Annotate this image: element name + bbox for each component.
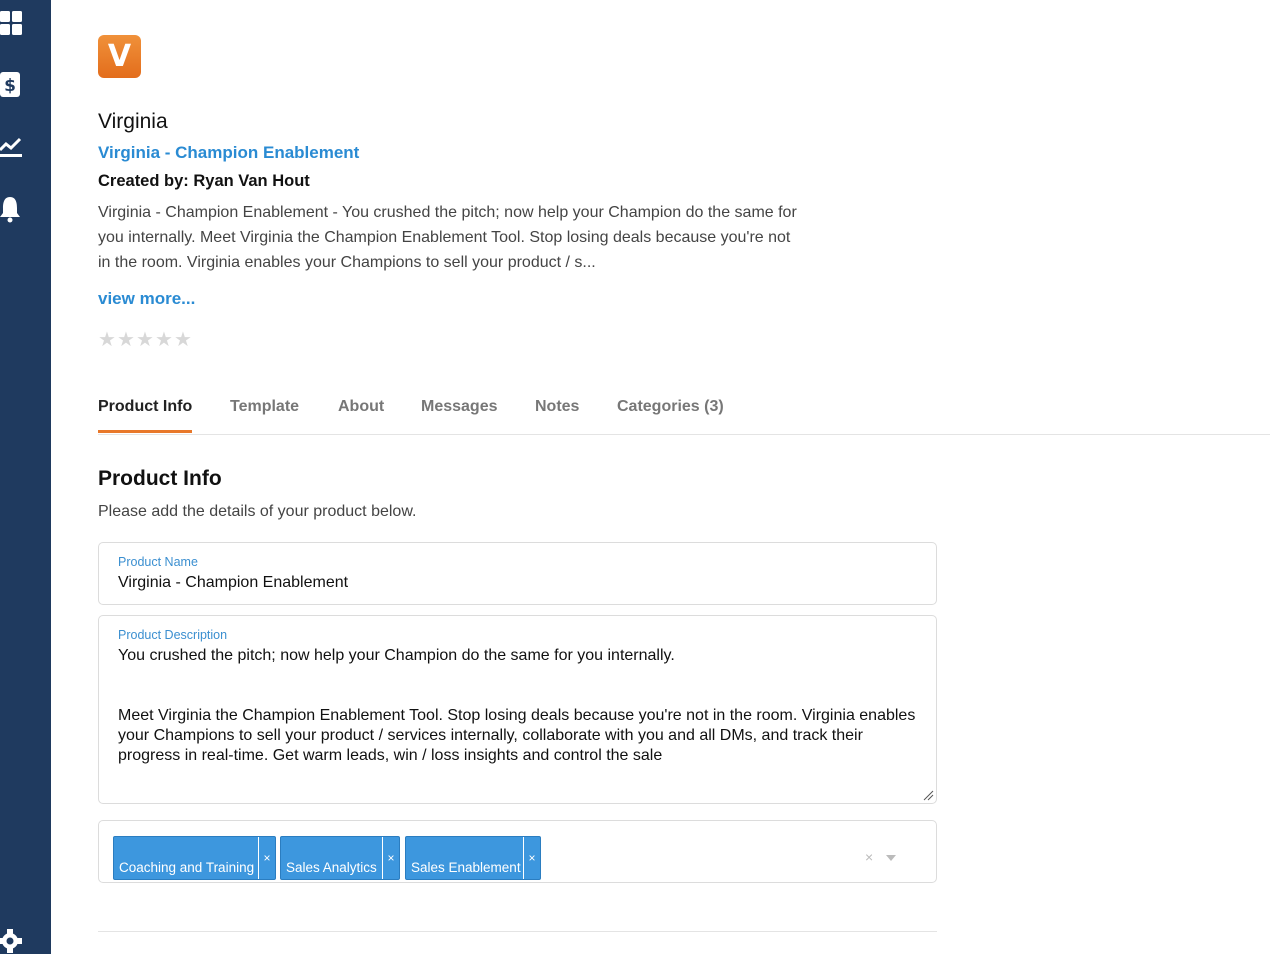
tag-remove-button[interactable]: × <box>258 837 275 879</box>
product-name-label: Product Name <box>118 555 198 569</box>
bell-icon[interactable] <box>0 195 24 223</box>
product-name-field[interactable]: Product Name Virginia - Champion Enablem… <box>98 542 937 605</box>
tag-remove-button[interactable]: × <box>523 837 540 879</box>
star-icon[interactable]: ★ <box>98 329 116 349</box>
star-icon[interactable]: ★ <box>117 329 135 349</box>
star-icon[interactable]: ★ <box>136 329 154 349</box>
tag-sales-analytics: Sales Analytics × <box>280 836 400 880</box>
dashboard-icon[interactable] <box>0 10 24 36</box>
product-summary: Virginia - Champion Enablement - You cru… <box>98 204 797 271</box>
tag-coaching-and-training: Coaching and Training × <box>113 836 276 880</box>
logo-letter: V <box>107 38 132 74</box>
main-content: V Virginia Virginia - Champion Enablemen… <box>98 0 1270 954</box>
tab-template[interactable]: Template <box>230 398 299 430</box>
star-rating[interactable]: ★ ★ ★ ★ ★ <box>98 329 192 349</box>
product-description-field[interactable]: Product Description You crushed the pitc… <box>98 615 937 804</box>
clear-all-button[interactable]: × <box>865 849 873 865</box>
product-description-textarea[interactable]: You crushed the pitch; now help your Cha… <box>118 646 918 766</box>
chevron-down-icon[interactable] <box>886 855 896 861</box>
sidebar: $ <box>0 0 51 954</box>
divider <box>98 931 937 932</box>
star-icon[interactable]: ★ <box>155 329 173 349</box>
analytics-icon[interactable] <box>0 134 24 160</box>
tab-product-info[interactable]: Product Info <box>98 398 193 433</box>
tag-sales-enablement: Sales Enablement × <box>405 836 541 880</box>
dollar-icon[interactable]: $ <box>0 72 24 98</box>
tag-label: Sales Enablement <box>411 860 521 875</box>
section-subtitle: Please add the details of your product b… <box>98 503 417 520</box>
gear-icon[interactable] <box>0 928 24 954</box>
created-by: Created by: Ryan Van Hout <box>98 172 310 190</box>
tag-label: Coaching and Training <box>119 860 255 875</box>
star-icon[interactable]: ★ <box>174 329 192 349</box>
tab-about[interactable]: About <box>338 398 384 430</box>
category-select[interactable]: Coaching and Training × Sales Analytics … <box>98 820 937 883</box>
product-description-label: Product Description <box>118 628 228 642</box>
product-link[interactable]: Virginia - Champion Enablement <box>98 143 359 163</box>
tab-bar: Product Info Template About Messages Not… <box>98 390 1270 435</box>
tab-messages[interactable]: Messages <box>421 398 498 430</box>
svg-text:$: $ <box>4 76 16 96</box>
tab-categories[interactable]: Categories (3) <box>617 398 724 430</box>
tag-label: Sales Analytics <box>286 860 377 875</box>
tab-notes[interactable]: Notes <box>535 398 579 430</box>
tag-remove-button[interactable]: × <box>382 837 399 879</box>
product-title: Virginia <box>98 110 168 133</box>
section-title: Product Info <box>98 467 222 490</box>
product-logo: V <box>98 35 141 78</box>
view-more-link[interactable]: view more... <box>98 289 195 309</box>
resize-handle-icon[interactable] <box>922 789 934 801</box>
product-name-input[interactable]: Virginia - Champion Enablement <box>118 574 348 592</box>
